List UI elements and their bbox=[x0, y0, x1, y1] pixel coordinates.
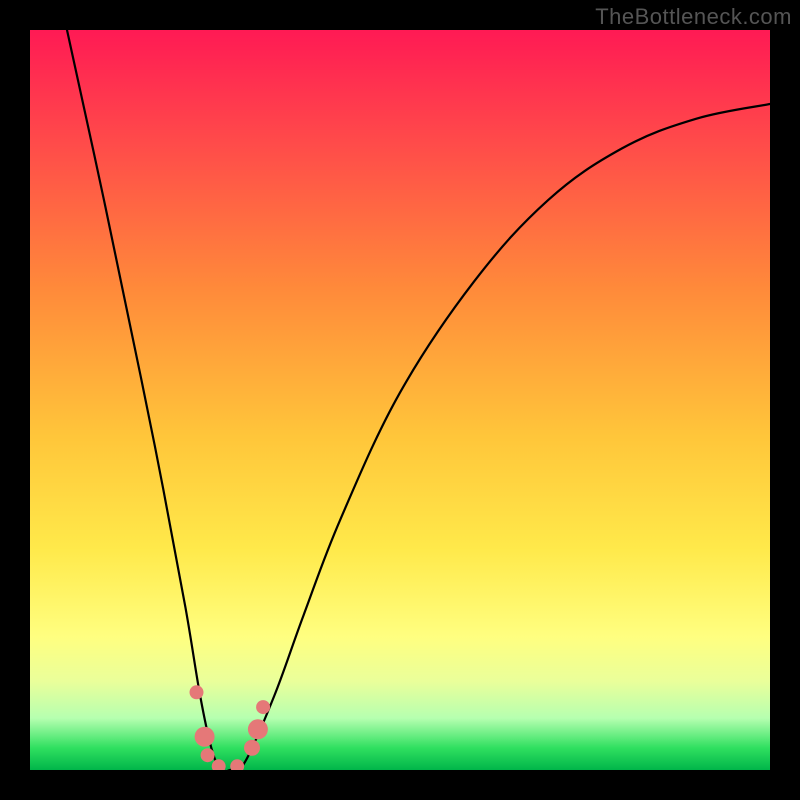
highlight-dot bbox=[248, 719, 268, 739]
highlight-dot bbox=[212, 759, 226, 770]
bottleneck-curve bbox=[67, 30, 770, 770]
highlight-dot bbox=[201, 748, 215, 762]
highlight-dot bbox=[190, 685, 204, 699]
highlight-dot bbox=[195, 727, 215, 747]
plot-area bbox=[30, 30, 770, 770]
chart-frame: TheBottleneck.com bbox=[0, 0, 800, 800]
curve-svg bbox=[30, 30, 770, 770]
highlight-dot bbox=[230, 759, 244, 770]
highlight-dot bbox=[244, 740, 260, 756]
highlight-dot bbox=[256, 700, 270, 714]
watermark-label: TheBottleneck.com bbox=[595, 4, 792, 30]
